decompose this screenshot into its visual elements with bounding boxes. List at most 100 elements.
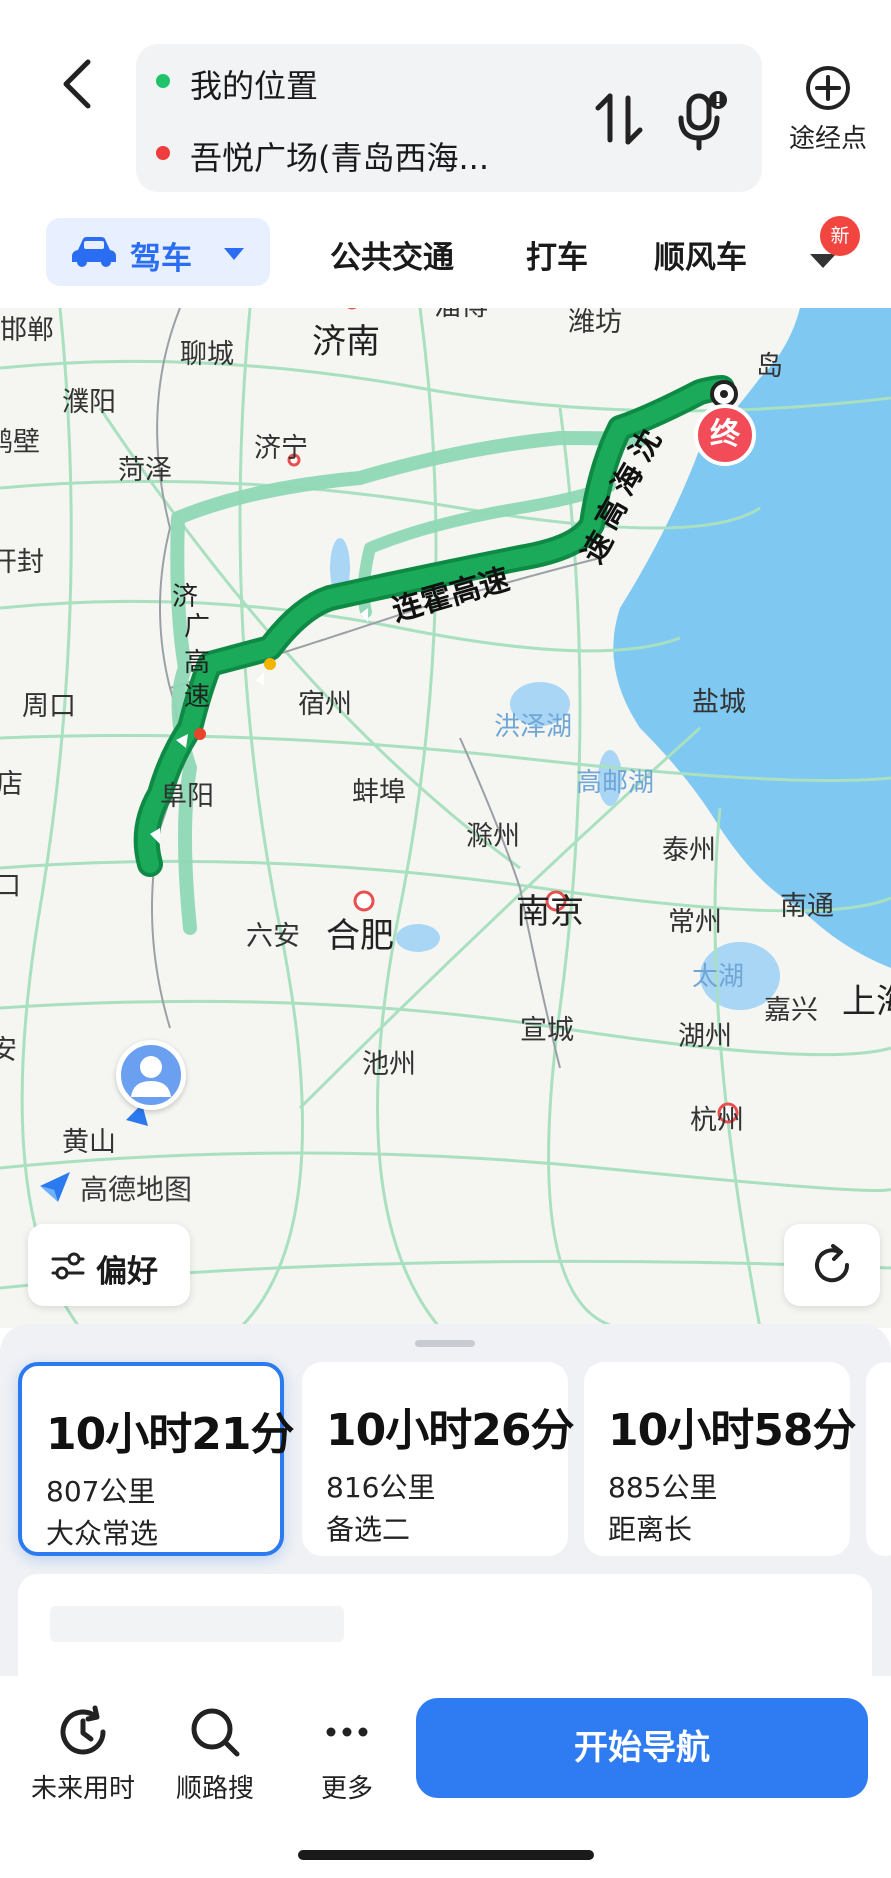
future-time-label: 未来用时 xyxy=(30,1774,135,1804)
clock-history-icon xyxy=(60,1705,106,1755)
refresh-route-button[interactable] xyxy=(784,1224,880,1306)
city-label: 潍坊 xyxy=(568,308,622,338)
route-time: 10小时21分 xyxy=(46,1409,294,1460)
city-label: 蚌埠 xyxy=(352,777,406,808)
tab-drive[interactable]: 驾车 xyxy=(46,218,270,286)
new-badge: 新 xyxy=(820,216,860,256)
city-label: 店 xyxy=(0,769,23,800)
avatar-icon xyxy=(131,1056,171,1097)
route-options-sheet: 10小时21分 807公里 大众常选 10小时26分 816公里 备选二 10小… xyxy=(0,1324,891,1694)
preference-button[interactable]: 偏好 xyxy=(28,1224,190,1306)
city-label: 阜阳 xyxy=(160,781,214,812)
tab-drive-label: 驾车 xyxy=(130,241,192,277)
city-label: 济南 xyxy=(312,322,380,362)
city-label: 高邮湖 xyxy=(576,768,655,798)
route-distance: 807公里 xyxy=(46,1475,156,1508)
highway-label: 高 xyxy=(184,648,211,678)
city-label: 济宁 xyxy=(254,433,308,464)
along-search-button[interactable]: 顺路搜 xyxy=(150,1704,280,1824)
tab-transit[interactable]: 公共交通 xyxy=(330,232,454,277)
city-label: 安 xyxy=(0,1035,17,1066)
start-dot xyxy=(156,74,170,88)
city-label: 泰州 xyxy=(662,835,716,866)
chevron-left-icon xyxy=(63,59,91,109)
route-input-box: 我的位置 吾悦广场(青岛西海... xyxy=(136,44,762,192)
start-location-field[interactable]: 我的位置 xyxy=(190,61,318,107)
lake-chaohu xyxy=(396,924,440,952)
start-navigation-button[interactable]: 开始导航 xyxy=(416,1698,868,1798)
swap-icon xyxy=(595,93,643,145)
swap-button[interactable] xyxy=(594,90,644,148)
route-distance: 816公里 xyxy=(326,1471,436,1504)
city-label: 太湖 xyxy=(692,962,745,992)
city-label: 池州 xyxy=(362,1049,416,1080)
destination-dot xyxy=(156,146,170,160)
search-icon xyxy=(191,1708,240,1757)
loading-placeholder xyxy=(50,1606,344,1642)
city-label: 合肥 xyxy=(326,916,394,956)
bottom-toolbar: 未来用时 顺路搜 更多 开始导航 xyxy=(0,1676,891,1878)
route-tag: 备选二 xyxy=(326,1513,411,1546)
sliders-icon xyxy=(51,1252,85,1280)
route-distance: 885公里 xyxy=(608,1471,718,1504)
highway-label: 速 xyxy=(184,682,211,712)
amap-logo-text: 高德地图 xyxy=(80,1173,193,1206)
city-label: 常州 xyxy=(668,907,722,938)
city-label: 邯郸 xyxy=(0,315,54,346)
route-card-1[interactable]: 10小时21分 807公里 大众常选 xyxy=(18,1362,294,1556)
tab-carpool[interactable]: 顺风车 xyxy=(654,232,747,277)
voice-button[interactable] xyxy=(672,88,730,152)
city-label: 淄博 xyxy=(434,308,488,323)
city-label: 宿州 xyxy=(298,689,352,720)
future-time-button[interactable]: 未来用时 xyxy=(18,1704,148,1824)
car-icon xyxy=(72,237,116,267)
route-tag: 距离长 xyxy=(608,1513,693,1546)
route-card-partial[interactable] xyxy=(866,1362,891,1556)
city-label: 南京 xyxy=(516,892,584,932)
route-time: 10小时58分 xyxy=(608,1405,856,1456)
preference-label: 偏好 xyxy=(96,1254,158,1290)
home-indicator[interactable] xyxy=(298,1850,594,1860)
more-dots-icon xyxy=(326,1727,368,1737)
transport-mode-tabs: 驾车 公共交通 打车 顺风车 新 xyxy=(0,216,891,296)
city-label: 湖州 xyxy=(678,1021,732,1052)
destination-field[interactable]: 吾悦广场(青岛西海... xyxy=(190,133,489,179)
city-label: 杭州 xyxy=(690,1105,744,1136)
congestion-marker xyxy=(194,728,206,740)
destination-pin[interactable]: 终 xyxy=(694,404,756,466)
city-label: 宣城 xyxy=(520,1015,574,1046)
city-label: 南通 xyxy=(780,891,834,922)
route-map[interactable]: 邯郸 聊城 济南 淄博 潍坊 岛 濮阳 鹤壁 济宁 菏泽 开封 周口 宿州 蚌埠… xyxy=(0,308,891,1328)
back-button[interactable] xyxy=(52,52,108,116)
city-label: 聊城 xyxy=(180,339,234,370)
caret-down-icon xyxy=(224,248,244,260)
refresh-icon xyxy=(815,1244,850,1283)
user-location-avatar[interactable] xyxy=(116,1040,186,1110)
route-card-3[interactable]: 10小时58分 885公里 距离长 xyxy=(584,1362,856,1556)
more-button[interactable]: 更多 xyxy=(282,1704,412,1824)
drag-handle[interactable] xyxy=(415,1340,475,1347)
waypoint-label: 途经点 xyxy=(788,124,867,154)
amap-arrow-icon xyxy=(40,1172,70,1202)
plus-circle-icon xyxy=(806,66,850,110)
add-waypoint-button[interactable]: 途经点 xyxy=(776,64,880,174)
city-label: 濮阳 xyxy=(62,387,116,418)
city-label: 菏泽 xyxy=(118,455,172,486)
city-label: 盐城 xyxy=(692,687,746,718)
route-tag: 大众常选 xyxy=(46,1517,159,1550)
tab-taxi[interactable]: 打车 xyxy=(526,232,588,277)
city-label: 口 xyxy=(0,871,21,902)
along-search-label: 顺路搜 xyxy=(175,1774,254,1804)
route-time: 10小时26分 xyxy=(326,1405,574,1456)
city-label: 黄山 xyxy=(62,1127,116,1158)
city-label: 洪泽湖 xyxy=(494,712,573,742)
city-label: 岛 xyxy=(756,351,783,382)
city-label: 周口 xyxy=(22,691,76,722)
more-label: 更多 xyxy=(320,1774,373,1804)
route-card-2[interactable]: 10小时26分 816公里 备选二 xyxy=(302,1362,574,1556)
city-label: 开封 xyxy=(0,547,44,578)
slow-traffic-marker xyxy=(264,658,276,670)
highway-label: 广 xyxy=(184,612,211,642)
microphone-icon xyxy=(678,91,727,151)
route-header: 我的位置 吾悦广场(青岛西海... 途经点 xyxy=(0,0,891,200)
